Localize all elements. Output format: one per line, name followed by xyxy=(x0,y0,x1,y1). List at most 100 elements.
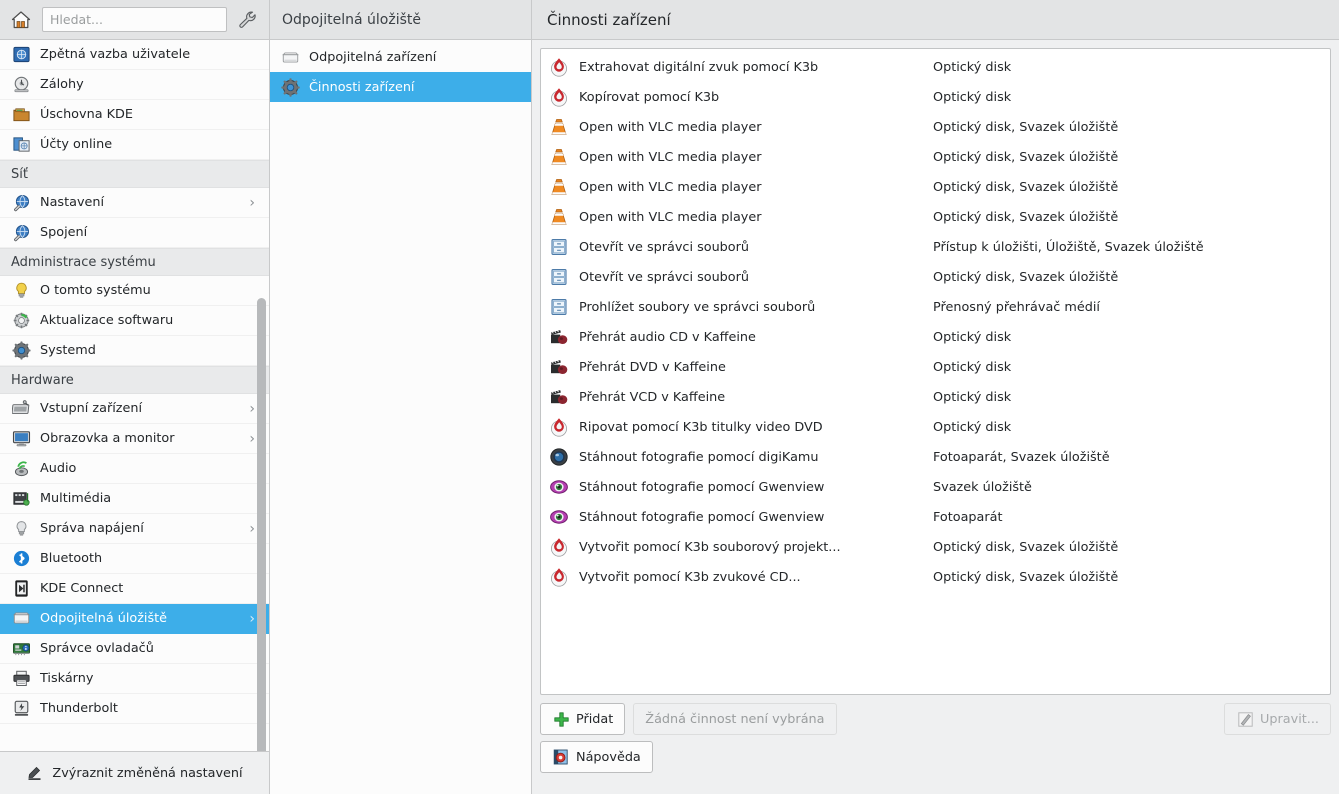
sidebar-scrollbar-thumb[interactable] xyxy=(257,298,266,751)
sidebar-item-label: Zálohy xyxy=(40,77,84,92)
module-column-header: Odpojitelná úložiště xyxy=(270,0,531,40)
device-action-device-types: Optický disk, Svazek úložiště xyxy=(933,269,1119,285)
module-item-odpojiteln-za-zen[interactable]: Odpojitelná zařízení xyxy=(270,42,531,72)
k3b-icon xyxy=(548,416,570,438)
vlc-icon xyxy=(548,206,570,228)
add-button[interactable]: Přidat xyxy=(540,703,626,735)
device-action-row[interactable]: Extrahovat digitální zvuk pomocí K3b Opti… xyxy=(541,52,1330,82)
help-button-row: Nápověda xyxy=(540,741,1331,773)
sidebar-item-z-lohy[interactable]: Zálohy xyxy=(0,70,269,100)
kaffeine-icon xyxy=(548,386,570,408)
search-input[interactable] xyxy=(42,7,227,32)
gwenview-icon xyxy=(548,506,570,528)
device-action-row[interactable]: Přehrát VCD v Kaffeine Optický disk xyxy=(541,382,1330,412)
sidebar-item-zp-tn-vazba-u-ivatele[interactable]: Zpětná vazba uživatele xyxy=(0,40,269,70)
device-action-row[interactable]: Přehrát audio CD v Kaffeine Optický disk xyxy=(541,322,1330,352)
module-column: Odpojitelná úložiště Odpojitelná zařízen… xyxy=(270,0,532,794)
sidebar-list: Zpětná vazba uživatele Zálohy Úschovna KDE… xyxy=(0,40,269,724)
systemd-gear-icon xyxy=(12,341,31,360)
sidebar-item-spr-va-nap-jen[interactable]: Správa napájení › xyxy=(0,514,269,544)
device-action-name: Kopírovat pomocí K3b xyxy=(579,89,720,105)
device-action-row[interactable]: Stáhnout fotografie pomocí digiKamu Fotoa… xyxy=(541,442,1330,472)
device-action-row[interactable]: Ripovat pomocí K3b titulky video DVD Opti… xyxy=(541,412,1330,442)
module-list: Odpojitelná zařízení Činnosti zařízení xyxy=(270,40,531,794)
device-action-device-types: Fotoaparát, Svazek úložiště xyxy=(933,449,1110,465)
home-icon[interactable] xyxy=(8,7,34,33)
bluetooth-icon xyxy=(12,549,31,568)
sidebar-item-bluetooth[interactable]: Bluetooth xyxy=(0,544,269,574)
highlight-changed-settings-button[interactable]: Zvýraznit změněná nastavení xyxy=(0,751,269,794)
lightbulb-icon xyxy=(12,281,31,300)
help-button-label: Nápověda xyxy=(576,749,641,765)
kaffeine-icon xyxy=(548,326,570,348)
module-item-innosti-za-zen[interactable]: Činnosti zařízení xyxy=(270,72,531,102)
system-settings-window: Zpětná vazba uživatele Zálohy Úschovna KDE… xyxy=(0,0,1339,794)
no-action-selected-text: Žádná činnost není vybrána xyxy=(645,711,825,727)
device-action-name: Přehrát audio CD v Kaffeine xyxy=(579,329,756,345)
vlc-icon xyxy=(548,116,570,138)
sidebar-item-vstupn-za-zen[interactable]: Vstupní zařízení › xyxy=(0,394,269,424)
sidebar-section-header: Hardware xyxy=(0,366,269,394)
device-action-row[interactable]: Přehrát DVD v Kaffeine Optický disk xyxy=(541,352,1330,382)
printer-icon xyxy=(12,669,31,688)
device-action-row[interactable]: Open with VLC media player Optický disk, … xyxy=(541,112,1330,142)
device-action-device-types: Optický disk, Svazek úložiště xyxy=(933,209,1119,225)
power-management-icon xyxy=(12,519,31,538)
sidebar-item-kde-connect[interactable]: KDE Connect xyxy=(0,574,269,604)
device-action-row[interactable]: Vytvořit pomocí K3b zvukové CD... Optický… xyxy=(541,562,1330,592)
sidebar-header xyxy=(0,0,269,40)
edit-button[interactable]: Upravit... xyxy=(1224,703,1331,735)
pencil-icon xyxy=(1236,710,1254,728)
sidebar-item-obrazovka-a-monitor[interactable]: Obrazovka a monitor › xyxy=(0,424,269,454)
sidebar-item-tisk-rny[interactable]: Tiskárny xyxy=(0,664,269,694)
device-action-name: Přehrát VCD v Kaffeine xyxy=(579,389,726,405)
device-actions-list[interactable]: Extrahovat digitální zvuk pomocí K3b Opti… xyxy=(540,48,1331,695)
device-action-row[interactable]: Open with VLC media player Optický disk, … xyxy=(541,142,1330,172)
help-button[interactable]: Nápověda xyxy=(540,741,653,773)
device-action-name: Stáhnout fotografie pomocí Gwenview xyxy=(579,509,825,525)
sidebar-item-systemd[interactable]: Systemd xyxy=(0,336,269,366)
wrench-icon[interactable] xyxy=(235,7,261,33)
sidebar-item-o-tomto-syst-mu[interactable]: O tomto systému xyxy=(0,276,269,306)
removable-device-icon xyxy=(281,48,300,67)
sidebar-item-label: Bluetooth xyxy=(40,551,103,566)
sidebar-item-aktualizace-softwaru[interactable]: Aktualizace softwaru xyxy=(0,306,269,336)
sidebar-item-nastaven[interactable]: Nastavení › xyxy=(0,188,269,218)
sidebar-item-thunderbolt[interactable]: Thunderbolt xyxy=(0,694,269,724)
sidebar-item-label: Multimédia xyxy=(40,491,112,506)
k3b-icon xyxy=(548,536,570,558)
sidebar-item-ty-online[interactable]: Účty online xyxy=(0,130,269,160)
sidebar-item-label: KDE Connect xyxy=(40,581,124,596)
main-header: Činnosti zařízení xyxy=(532,0,1339,40)
device-action-row[interactable]: Open with VLC media player Optický disk, … xyxy=(541,172,1330,202)
sidebar-item-schovna-kde[interactable]: Úschovna KDE xyxy=(0,100,269,130)
sidebar-item-label: Audio xyxy=(40,461,77,476)
device-action-row[interactable]: Prohlížet soubory ve správci souborů Přen… xyxy=(541,292,1330,322)
sidebar-item-audio[interactable]: Audio xyxy=(0,454,269,484)
device-action-name: Stáhnout fotografie pomocí Gwenview xyxy=(579,479,825,495)
device-action-row[interactable]: Stáhnout fotografie pomocí Gwenview Fotoa… xyxy=(541,502,1330,532)
vlc-icon xyxy=(548,146,570,168)
device-action-device-types: Přenosný přehrávač médií xyxy=(933,299,1100,315)
sidebar-item-spojen[interactable]: Spojení xyxy=(0,218,269,248)
device-action-row[interactable]: Stáhnout fotografie pomocí Gwenview Svaze… xyxy=(541,472,1330,502)
device-action-name: Open with VLC media player xyxy=(579,209,762,225)
sidebar-scroll-area: Zpětná vazba uživatele Zálohy Úschovna KDE… xyxy=(0,40,269,751)
add-button-label: Přidat xyxy=(576,711,614,727)
sidebar-item-multim-dia[interactable]: Multimédia xyxy=(0,484,269,514)
device-action-row[interactable]: Kopírovat pomocí K3b Optický disk xyxy=(541,82,1330,112)
sidebar: Zpětná vazba uživatele Zálohy Úschovna KDE… xyxy=(0,0,270,794)
sidebar-item-spr-vce-ovlada[interactable]: Správce ovladačů xyxy=(0,634,269,664)
device-action-device-types: Optický disk, Svazek úložiště xyxy=(933,569,1119,585)
device-action-row[interactable]: Open with VLC media player Optický disk, … xyxy=(541,202,1330,232)
online-accounts-icon xyxy=(12,135,31,154)
device-action-name: Otevřít ve správci souborů xyxy=(579,269,750,285)
device-action-device-types: Optický disk xyxy=(933,59,1012,75)
device-action-name: Prohlížet soubory ve správci souborů xyxy=(579,299,816,315)
device-action-row[interactable]: Otevřít ve správci souborů Optický disk, … xyxy=(541,262,1330,292)
sidebar-item-odpojiteln-lo-i-t[interactable]: Odpojitelná úložiště › xyxy=(0,604,269,634)
sidebar-item-label: Úschovna KDE xyxy=(40,107,133,122)
device-action-row[interactable]: Vytvořit pomocí K3b souborový projekt...… xyxy=(541,532,1330,562)
device-action-row[interactable]: Otevřít ve správci souborů Přístup k úlož… xyxy=(541,232,1330,262)
sidebar-item-label: Aktualizace softwaru xyxy=(40,313,174,328)
